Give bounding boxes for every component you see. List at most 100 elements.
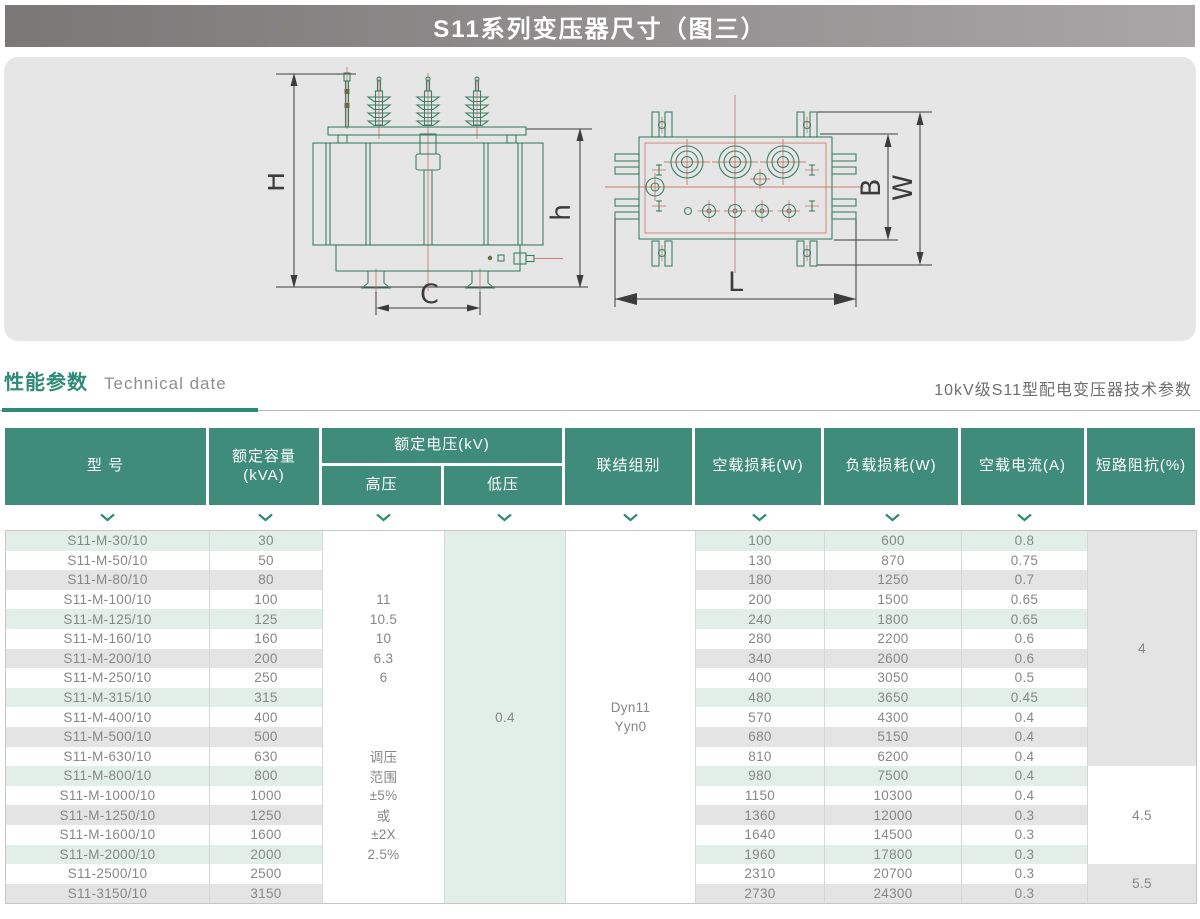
no-load-current-cell: 0.45 <box>962 688 1088 708</box>
no-load-current-cell: 0.65 <box>962 609 1088 629</box>
no-load-current-cell: 0.75 <box>962 551 1088 571</box>
col-header-capacity: 额定容量 (kVA) <box>209 428 322 505</box>
hv-cell: 11 <box>323 590 445 610</box>
capacity-cell: 1250 <box>210 805 323 825</box>
no-load-loss-cell: 1960 <box>696 845 825 865</box>
hv-cell <box>323 884 445 904</box>
load-loss-cell: 1800 <box>825 609 962 629</box>
hv-cell: ±5% <box>323 786 445 806</box>
load-loss-cell: 1500 <box>825 590 962 610</box>
chevron-down-icon <box>695 505 824 530</box>
dimension-label-L: L <box>728 267 743 298</box>
no-load-current-cell: 0.3 <box>962 805 1088 825</box>
load-loss-cell: 12000 <box>825 805 962 825</box>
no-load-current-cell: 0.4 <box>962 786 1088 806</box>
no-load-loss-cell: 1360 <box>696 805 825 825</box>
no-load-loss-cell: 240 <box>696 609 825 629</box>
chevron-down-icon <box>322 505 444 530</box>
capacity-cell: 630 <box>210 747 323 767</box>
no-load-current-cell: 0.4 <box>962 727 1088 747</box>
load-loss-cell: 14500 <box>825 825 962 845</box>
no-load-loss-cell: 130 <box>696 551 825 571</box>
model-cell: S11-M-80/10 <box>6 570 210 590</box>
load-loss-cell: 600 <box>825 531 962 551</box>
no-load-loss-cell: 1150 <box>696 786 825 806</box>
table-body: S11-M-30/10301006000.8S11-M-50/105013087… <box>5 530 1197 904</box>
no-load-current-cell: 0.6 <box>962 629 1088 649</box>
load-loss-cell: 20700 <box>825 864 962 884</box>
chevron-down-icon <box>444 505 565 530</box>
load-loss-cell: 870 <box>825 551 962 571</box>
no-load-loss-cell: 810 <box>696 747 825 767</box>
capacity-cell: 160 <box>210 629 323 649</box>
chevron-down-icon <box>5 505 209 530</box>
no-load-loss-cell: 340 <box>696 649 825 669</box>
capacity-cell: 250 <box>210 668 323 688</box>
no-load-current-cell: 0.8 <box>962 531 1088 551</box>
no-load-loss-cell: 570 <box>696 707 825 727</box>
hv-cell <box>323 707 445 727</box>
capacity-cell: 80 <box>210 570 323 590</box>
dimension-label-B: B <box>856 178 887 197</box>
chevron-down-icon <box>824 505 961 530</box>
hv-cell: ±2X <box>323 825 445 845</box>
model-cell: S11-M-500/10 <box>6 727 210 747</box>
hv-cell: 或 <box>323 805 445 825</box>
chevron-down-icon <box>961 505 1087 530</box>
dimension-label-H: H <box>268 172 291 192</box>
col-header-hv: 高压 <box>322 466 444 505</box>
dimension-arrows <box>615 112 924 305</box>
model-cell: S11-M-800/10 <box>6 766 210 786</box>
capacity-cell: 800 <box>210 766 323 786</box>
hv-cell: 6 <box>323 668 445 688</box>
model-cell: S11-M-1000/10 <box>6 786 210 806</box>
connection-value: Dyn11 <box>611 698 651 718</box>
no-load-loss-cell: 400 <box>696 668 825 688</box>
dimension-label-W: W <box>888 174 919 201</box>
load-loss-cell: 3050 <box>825 668 962 688</box>
load-loss-cell: 2200 <box>825 629 962 649</box>
chevron-down-icon <box>209 505 322 530</box>
hv-cell: 10 <box>323 629 445 649</box>
model-cell: S11-M-50/10 <box>6 551 210 571</box>
section-right-note: 10kV级S11型配电变压器技术参数 <box>934 376 1192 400</box>
capacity-cell: 125 <box>210 609 323 629</box>
hv-cell: 2.5% <box>323 845 445 865</box>
model-cell: S11-2500/10 <box>6 864 210 884</box>
no-load-loss-cell: 100 <box>696 531 825 551</box>
title-bar: S11系列变压器尺寸（图三） <box>5 5 1195 47</box>
hv-cell: 10.5 <box>323 609 445 629</box>
model-cell: S11-M-250/10 <box>6 668 210 688</box>
model-cell: S11-3150/10 <box>6 884 210 904</box>
table-header: 型 号 额定容量 (kVA) 额定电压(kV) 高压 低压 联结组别 空载损耗(… <box>5 428 1195 505</box>
chevron-down-icon <box>565 505 695 530</box>
load-loss-cell: 5150 <box>825 727 962 747</box>
load-loss-cell: 1250 <box>825 570 962 590</box>
model-cell: S11-M-100/10 <box>6 590 210 610</box>
capacity-cell: 50 <box>210 551 323 571</box>
filter-cell <box>1087 505 1195 530</box>
hv-cell: 6.3 <box>323 649 445 669</box>
model-cell: S11-M-160/10 <box>6 629 210 649</box>
no-load-loss-cell: 280 <box>696 629 825 649</box>
col-header-no-load-loss: 空载损耗(W) <box>695 428 824 505</box>
connection-value: Yyn0 <box>615 717 647 737</box>
capacity-cell: 2000 <box>210 845 323 865</box>
col-header-impedance: 短路阻抗(%) <box>1087 428 1195 505</box>
no-load-current-cell: 0.6 <box>962 649 1088 669</box>
load-loss-cell: 3650 <box>825 688 962 708</box>
model-cell: S11-M-30/10 <box>6 531 210 551</box>
diagram-panel: H h C <box>4 57 1196 341</box>
capacity-cell: 3150 <box>210 884 323 904</box>
hv-cell <box>323 531 445 551</box>
no-load-loss-cell: 200 <box>696 590 825 610</box>
col-header-load-loss: 负载损耗(W) <box>824 428 961 505</box>
no-load-current-cell: 0.3 <box>962 864 1088 884</box>
hv-cell <box>323 864 445 884</box>
capacity-cell: 1000 <box>210 786 323 806</box>
transformer-front-view-drawing: H h C <box>268 59 603 339</box>
impedance-merged-cell: 4.5 <box>1088 766 1196 864</box>
load-loss-cell: 7500 <box>825 766 962 786</box>
hv-cell: 范围 <box>323 766 445 786</box>
section-title-cn: 性能参数 <box>4 372 88 394</box>
